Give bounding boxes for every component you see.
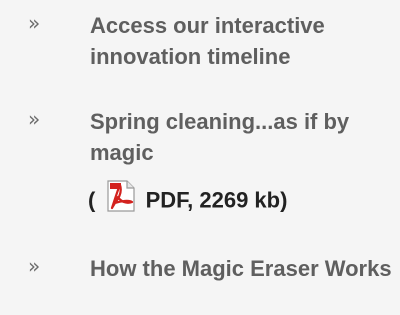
open-paren: ( <box>88 187 96 213</box>
double-chevron-icon: » <box>28 11 41 35</box>
double-chevron-icon: » <box>28 107 41 131</box>
link-spring-cleaning[interactable]: Spring cleaning...as if by magic <box>90 106 395 168</box>
related-links-panel: » Access our interactive innovation time… <box>0 0 400 315</box>
pdf-attachment[interactable]: ( PDF, 2269 kb) <box>88 180 288 216</box>
pdf-size-text[interactable]: PDF, 2269 kb) <box>146 188 288 213</box>
double-chevron-icon: » <box>28 254 41 278</box>
pdf-icon[interactable] <box>103 179 137 213</box>
link-magic-eraser-works[interactable]: How the Magic Eraser Works <box>90 253 395 284</box>
link-innovation-timeline[interactable]: Access our interactive innovation timeli… <box>90 10 395 72</box>
